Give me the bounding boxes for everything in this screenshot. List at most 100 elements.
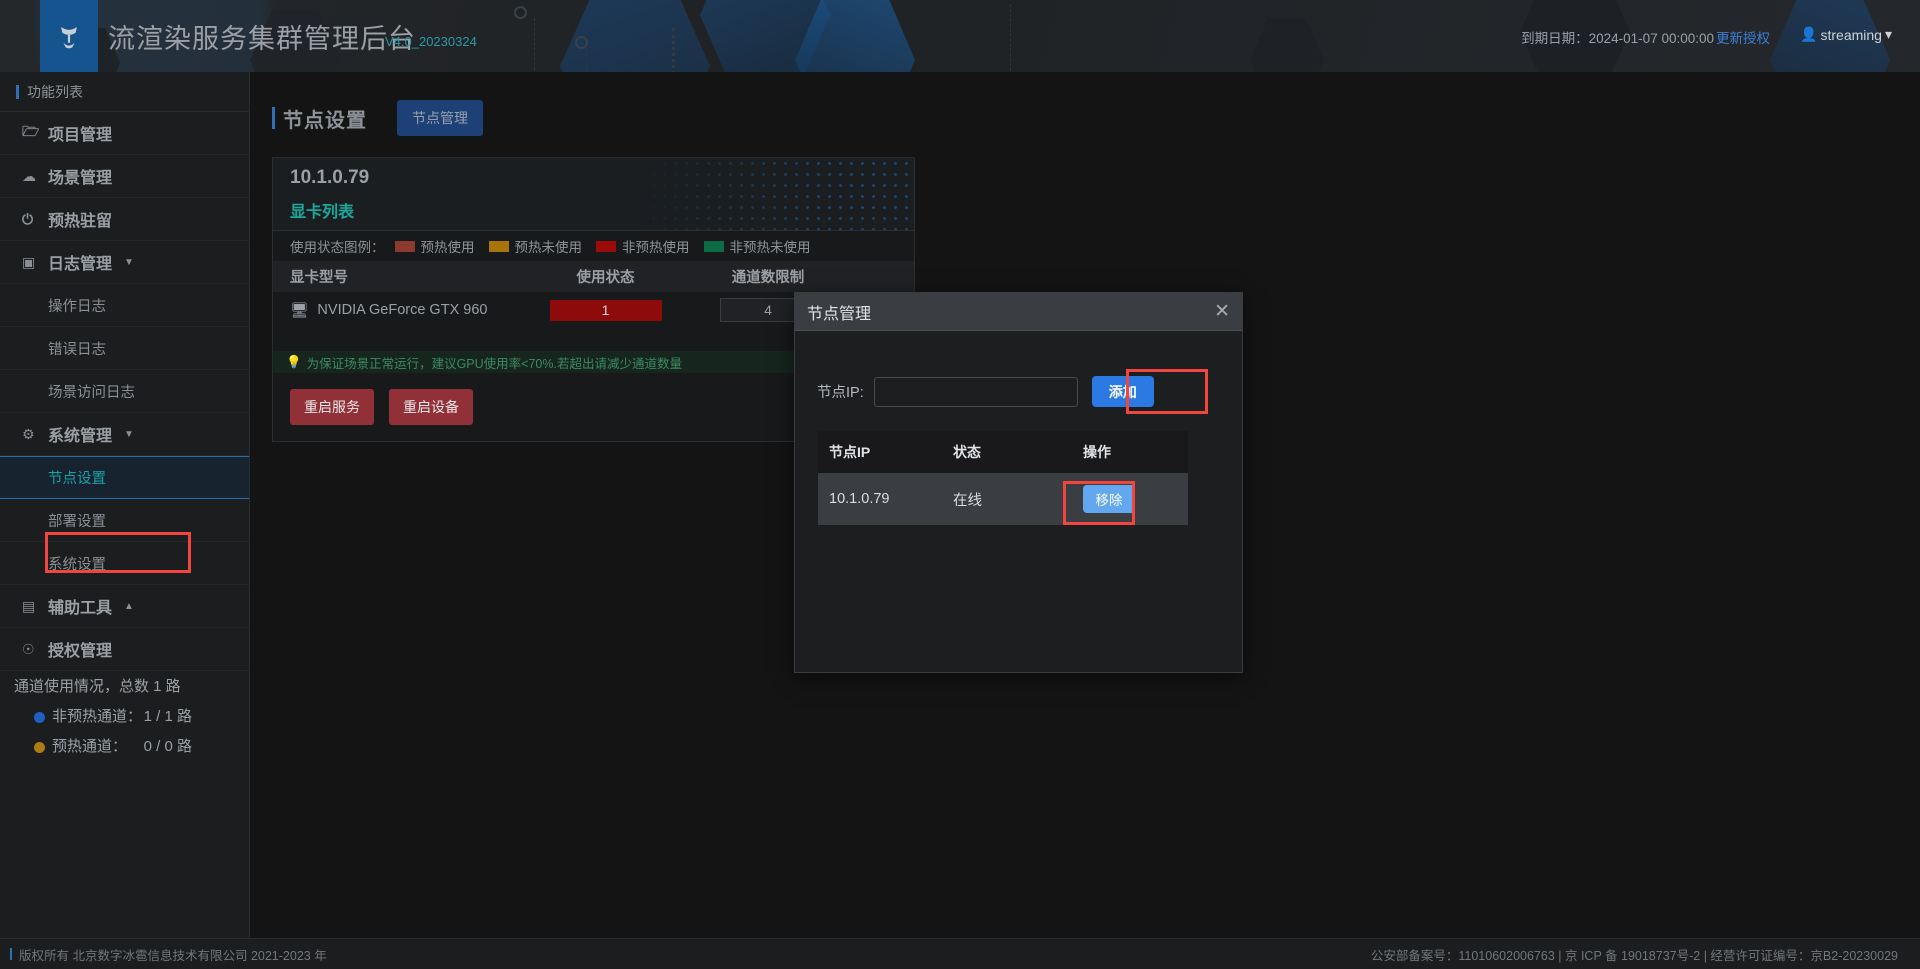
status-dot-amber (34, 742, 45, 753)
accent-bar (10, 948, 12, 960)
sidebar-item-preheat-residency[interactable]: ⏻ 预热驻留 (0, 198, 249, 241)
column-header-channel-limit: 通道数限制 (683, 266, 853, 287)
sidebar-item-label: 部署设置 (48, 510, 106, 531)
hex-decoration (1250, 18, 1324, 72)
legend-item-preheat-used: 预热使用 (395, 236, 475, 256)
node-management-dialog: 节点管理 ✕ 节点IP: 添加 节点IP 状态 操作 10.1.0.79 在线 … (794, 292, 1243, 673)
legend-item-preheat-unused: 预热未使用 (489, 236, 583, 256)
sidebar-item-label: 日志管理 (48, 250, 112, 274)
log-icon: ▣ (22, 254, 48, 271)
sidebar-item-scene-management[interactable]: ☁ 场景管理 (0, 155, 249, 198)
user-menu[interactable]: 👤 streaming ▾ (1800, 26, 1892, 43)
sidebar-item-label: 授权管理 (48, 637, 112, 661)
sidebar-item-label: 辅助工具 (48, 594, 112, 618)
sidebar-item-node-setting[interactable]: 节点设置 (0, 456, 249, 499)
renew-license-link[interactable]: 更新授权 (1716, 27, 1770, 47)
channel-label: 非预热通道： (52, 702, 142, 732)
page-header: 节点设置 节点管理 (272, 100, 483, 136)
sidebar-item-label: 操作日志 (48, 295, 106, 316)
sidebar-item-operation-log[interactable]: 操作日志 (0, 284, 249, 327)
gpu-table-header: 显卡型号 使用状态 通道数限制 (273, 261, 914, 292)
channel-label: 预热通道： (52, 732, 127, 762)
user-name: streaming (1821, 27, 1882, 43)
tip-text: 为保证场景正常运行，建议GPU使用率<70%.若超出请减少通道数量 (307, 353, 682, 372)
node-manage-button[interactable]: 节点管理 (397, 100, 483, 136)
sidebar-item-error-log[interactable]: 错误日志 (0, 327, 249, 370)
bolt-icon: ⏻ (22, 211, 48, 228)
cloud-icon: ☁ (22, 168, 48, 185)
sidebar-item-system-management[interactable]: ⚙ 系统管理 ▼ (0, 413, 249, 456)
circle-decoration (514, 6, 527, 19)
legend-swatch (489, 241, 509, 252)
gpu-status-cell: 1 (528, 300, 683, 321)
page-title-label: 节点设置 (283, 104, 367, 133)
sidebar-item-system-setting[interactable]: 系统设置 (0, 542, 249, 585)
usage-status-legend: 使用状态图例： 预热使用 预热未使用 非预热使用 非预热未使用 (273, 230, 914, 261)
sidebar: 功能列表 🗁 项目管理 ☁ 场景管理 ⏻ 预热驻留 ▣ 日志管理 ▼ 操作日志 … (0, 72, 250, 962)
column-header-node-ip: 节点IP (818, 442, 953, 462)
dialog-body: 节点IP: 添加 节点IP 状态 操作 10.1.0.79 在线 移除 (795, 331, 1242, 673)
chevron-down-icon: ▼ (124, 257, 134, 268)
sidebar-item-label: 项目管理 (48, 121, 112, 145)
footer-icp-text: 公安部备案号：11010602006763 | 京 ICP 备 19018737… (1371, 945, 1920, 964)
sidebar-item-log-management[interactable]: ▣ 日志管理 ▼ (0, 241, 249, 284)
gear-circle-icon: ⚙ (22, 426, 48, 443)
key-circle-icon: ☉ (22, 641, 48, 658)
sidebar-item-project-management[interactable]: 🗁 项目管理 (0, 112, 249, 155)
node-status-cell: 在线 (953, 489, 1083, 510)
accent-bar (272, 107, 275, 129)
dialog-header: 节点管理 ✕ (795, 293, 1242, 331)
page-title: 流渲染服务集群管理后台 (108, 17, 416, 56)
footer-copyright-text: 版权所有 北京数字冰雹信息技术有限公司 2021-2023 年 (19, 945, 327, 964)
channel-value: 0 / 0 路 (144, 732, 250, 762)
panel-subtitle: 显卡列表 (290, 198, 354, 222)
gpu-model-label: NVIDIA GeForce GTX 960 (317, 302, 487, 318)
channel-row-preheat: 预热通道： 0 / 0 路 (14, 732, 250, 762)
dialog-title: 节点管理 (807, 300, 871, 324)
dashed-line-decoration (1010, 4, 1011, 72)
legend-label: 预热使用 (421, 236, 475, 256)
node-ip-input[interactable] (874, 377, 1078, 407)
sidebar-item-license-management[interactable]: ☉ 授权管理 (0, 628, 249, 671)
sidebar-item-scene-access-log[interactable]: 场景访问日志 (0, 370, 249, 413)
shield-logo-icon (51, 18, 87, 54)
legend-label: 非预热使用 (622, 236, 690, 256)
node-ip-cell: 10.1.0.79 (818, 491, 953, 507)
channel-usage-panel: 通道使用情况，总数 1 路 非预热通道： 1 / 1 路 预热通道： 0 / 0… (0, 672, 250, 762)
sidebar-item-label: 错误日志 (48, 338, 106, 359)
column-header-status: 使用状态 (528, 266, 683, 287)
sidebar-title: 功能列表 (0, 72, 249, 112)
panel-actions: 重启服务 重启设备 (290, 389, 473, 425)
legend-label: 预热未使用 (515, 236, 583, 256)
license-expiry: 到期日期：2024-01-07 00:00:00 (1521, 27, 1714, 47)
legend-item-nonpreheat-unused: 非预热未使用 (704, 236, 811, 256)
panel-node-ip: 10.1.0.79 (290, 167, 369, 189)
channel-row-non-preheat: 非预热通道： 1 / 1 路 (14, 702, 250, 732)
gpu-card-icon: 🖥 (290, 302, 308, 319)
folder-icon: 🗁 (22, 121, 48, 145)
sidebar-item-auxiliary-tools[interactable]: ▤ 辅助工具 ▲ (0, 585, 249, 628)
footer-copyright: 版权所有 北京数字冰雹信息技术有限公司 2021-2023 年 (0, 945, 327, 964)
chevron-down-icon: ▼ (124, 429, 134, 440)
node-action-cell: 移除 (1083, 485, 1188, 513)
channel-value: 1 / 1 路 (144, 702, 250, 732)
column-header-model: 显卡型号 (273, 266, 528, 287)
add-node-form: 节点IP: 添加 (817, 376, 1154, 407)
column-header-action: 操作 (1083, 442, 1188, 462)
dotted-line-decoration (672, 28, 675, 72)
close-icon[interactable]: ✕ (1214, 302, 1230, 321)
status-dot-blue (34, 712, 45, 723)
legend-swatch (596, 241, 616, 252)
table-row: 10.1.0.79 在线 移除 (818, 473, 1188, 525)
column-header-status: 状态 (953, 442, 1083, 462)
panel-banner: 10.1.0.79 显卡列表 (273, 158, 914, 230)
sidebar-item-label: 节点设置 (48, 467, 106, 488)
remove-node-button[interactable]: 移除 (1083, 485, 1135, 513)
bulb-icon: 💡 (286, 355, 302, 370)
restart-service-button[interactable]: 重启服务 (290, 389, 374, 425)
app-header: 流渲染服务集群管理后台 V4.0_20230324 到期日期：2024-01-0… (0, 0, 1920, 72)
restart-device-button[interactable]: 重启设备 (389, 389, 473, 425)
node-ip-label: 节点IP: (817, 381, 864, 402)
sidebar-item-deploy-setting[interactable]: 部署设置 (0, 499, 249, 542)
add-node-button[interactable]: 添加 (1092, 376, 1154, 407)
